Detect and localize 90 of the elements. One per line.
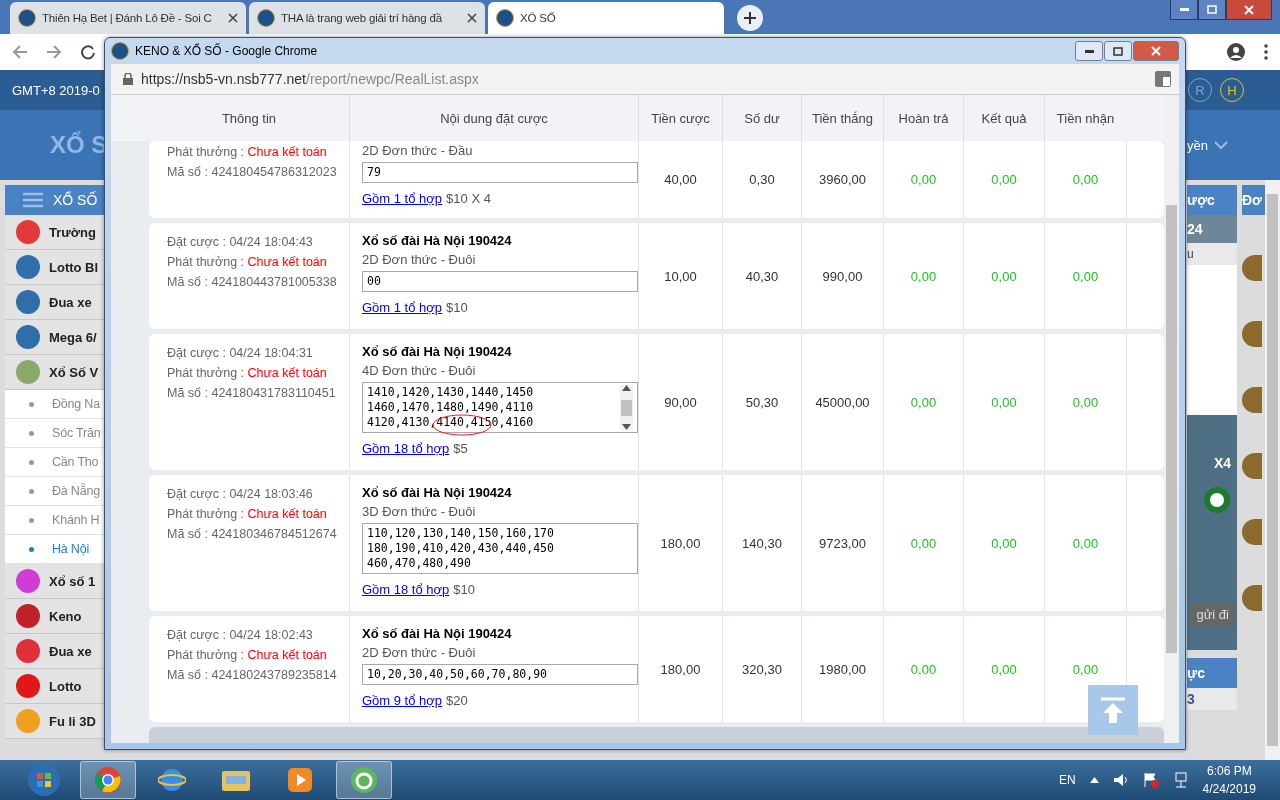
payout-cell: 0,00 bbox=[1044, 334, 1126, 470]
price-text: $10 bbox=[453, 582, 475, 597]
balance-cell: 140,30 bbox=[722, 475, 801, 611]
bet-type-text: 2D Đơn thức - Đuôi bbox=[362, 252, 477, 267]
stake-cell: 10,00 bbox=[638, 223, 722, 329]
bet-code-text: Mã số : 424180443781005338 bbox=[167, 275, 338, 289]
bet-time-text: Đặt cược : 04/24 18:04:31 bbox=[167, 346, 314, 360]
numbers-field[interactable]: 79 bbox=[362, 162, 638, 183]
bet-code-text: Mã số : 424180431783110451 bbox=[167, 386, 337, 400]
status-text: Chưa kết toán bbox=[247, 648, 327, 662]
win-cell: 990,00 bbox=[801, 223, 883, 329]
balance-cell: 0,30 bbox=[722, 141, 801, 218]
combo-link[interactable]: Gồm 9 tổ hợp bbox=[362, 693, 443, 708]
payout-label: Phát thưởng : bbox=[167, 648, 246, 662]
price-text: $10 X 4 bbox=[446, 191, 491, 206]
balance-cell: 50,30 bbox=[722, 334, 801, 470]
payout-label: Phát thưởng : bbox=[167, 255, 246, 269]
result-cell: 0,00 bbox=[963, 475, 1044, 611]
payout-cell: 0,00 bbox=[1044, 223, 1126, 329]
price-text: $5 bbox=[453, 441, 468, 456]
browser-tab[interactable]: XỔ SỐ bbox=[488, 2, 724, 34]
payout-label: Phát thưởng : bbox=[167, 145, 246, 159]
balance-cell: 40,30 bbox=[722, 223, 801, 329]
combo-link[interactable]: Gồm 1 tổ hợp bbox=[362, 300, 443, 315]
url-text: https://nsb5-vn.nsb777.net/report/newpc/RealList.aspx bbox=[141, 71, 479, 87]
refund-cell: 0,00 bbox=[883, 334, 963, 470]
multiplier-text: X4 bbox=[1213, 455, 1231, 471]
status-text: Chưa kết toán bbox=[247, 366, 327, 380]
numbers-field[interactable]: 10,20,30,40,50,60,70,80,90 bbox=[362, 664, 638, 685]
window-title: KENO & XỔ SỐ - Google Chrome bbox=[135, 44, 318, 58]
column-header: Thông tin bbox=[220, 109, 278, 128]
status-text: Chưa kết toán bbox=[247, 145, 327, 159]
bet-type-text: 2D Đơn thức - Đuôi bbox=[362, 645, 477, 660]
stake-cell: 40,00 bbox=[638, 141, 722, 218]
combo-link[interactable]: Gồm 1 tổ hợp bbox=[362, 191, 443, 206]
date-text: 24 bbox=[1187, 215, 1237, 243]
panel-header: ược bbox=[1187, 185, 1237, 215]
result-cell: 0,00 bbox=[963, 334, 1044, 470]
browser-tab[interactable]: THA là trang web giải trí hàng đầ bbox=[249, 2, 485, 34]
date-time-text: GMT+8 2019-0 bbox=[12, 82, 100, 98]
panel-header: Đơ bbox=[1242, 185, 1265, 215]
panel-subtext: u bbox=[1187, 243, 1237, 265]
balance-cell: 320,30 bbox=[722, 616, 801, 722]
numbers-field[interactable]: 00 bbox=[362, 271, 638, 292]
panel-header: ực bbox=[1187, 658, 1237, 688]
result-cell: 0,00 bbox=[963, 141, 1044, 218]
nav-menu-text[interactable]: yền bbox=[1187, 137, 1208, 153]
bet-code-text: Mã số : 424180454786312023 bbox=[167, 165, 338, 179]
win-cell: 3960,00 bbox=[801, 141, 883, 218]
stake-cell: 180,00 bbox=[638, 475, 722, 611]
win-cell: 1980,00 bbox=[801, 616, 883, 722]
price-text: $10 bbox=[446, 300, 468, 315]
language-indicator[interactable]: EN bbox=[1058, 773, 1076, 787]
refund-cell: 0,00 bbox=[883, 223, 963, 329]
bet-code-text: Mã số : 424180346784512674 bbox=[167, 527, 338, 541]
payout-label: Phát thưởng : bbox=[167, 366, 246, 380]
price-text: $20 bbox=[446, 693, 468, 708]
bet-type-text: 4D Đơn thức - Đuôi bbox=[362, 363, 477, 378]
win-cell: 9723,00 bbox=[801, 475, 883, 611]
payout-cell: 0,00 bbox=[1044, 141, 1126, 218]
combo-link[interactable]: Gồm 18 tổ hợp bbox=[362, 441, 450, 456]
bet-type-text: 2D Đơn thức - Đầu bbox=[362, 143, 474, 158]
bet-time-text: Đặt cược : 04/24 18:04:43 bbox=[167, 235, 314, 249]
game-title: Xổ số đài Hà Nội 190424 bbox=[362, 485, 513, 500]
result-cell: 0,00 bbox=[963, 616, 1044, 722]
bet-time-text: Đặt cược : 04/24 18:03:46 bbox=[167, 487, 314, 501]
numbers-field[interactable]: 1410,1420,1430,1440,1450 1460,1470,1480,1490,4110 4120,4130,4140,4150,4160 bbox=[362, 382, 638, 433]
stake-cell: 90,00 bbox=[638, 334, 722, 470]
payout-cell: 0,00 bbox=[1044, 475, 1126, 611]
game-title: Xổ số đài Hà Nội 190424 bbox=[362, 233, 513, 248]
browser-tab[interactable]: Thiên Hạ Bet | Đánh Lô Đề - Soi C bbox=[10, 2, 246, 34]
refund-cell: 0,00 bbox=[883, 475, 963, 611]
refund-cell: 0,00 bbox=[883, 616, 963, 722]
stake-cell: 180,00 bbox=[638, 616, 722, 722]
bet-time-text: Đặt cược : 04/24 18:02:43 bbox=[167, 628, 314, 642]
result-cell: 0,00 bbox=[963, 223, 1044, 329]
status-text: Chưa kết toán bbox=[247, 507, 327, 521]
combo-link[interactable]: Gồm 18 tổ hợp bbox=[362, 582, 450, 597]
bet-code-text: Mã số : 424180243789235814 bbox=[167, 668, 338, 682]
send-button[interactable]: gửi đi bbox=[1190, 603, 1235, 626]
refund-cell: 0,00 bbox=[883, 141, 963, 218]
bet-type-text: 3D Đơn thức - Đuôi bbox=[362, 504, 477, 519]
numbers-field[interactable]: 110,120,130,140,150,160,170 180,190,410,420,430,440,450 460,470,480,490 bbox=[362, 523, 638, 574]
payout-label: Phát thưởng : bbox=[167, 507, 246, 521]
status-text: Chưa kết toán bbox=[247, 255, 327, 269]
game-title: Xổ số đài Hà Nội 190424 bbox=[362, 344, 513, 359]
panel-value: 3 bbox=[1187, 688, 1237, 710]
win-cell: 45000,00 bbox=[801, 334, 883, 470]
clock[interactable]: 6:06 PM 4/24/2019 bbox=[1202, 764, 1256, 796]
game-title: Xổ số đài Hà Nội 190424 bbox=[362, 626, 513, 641]
